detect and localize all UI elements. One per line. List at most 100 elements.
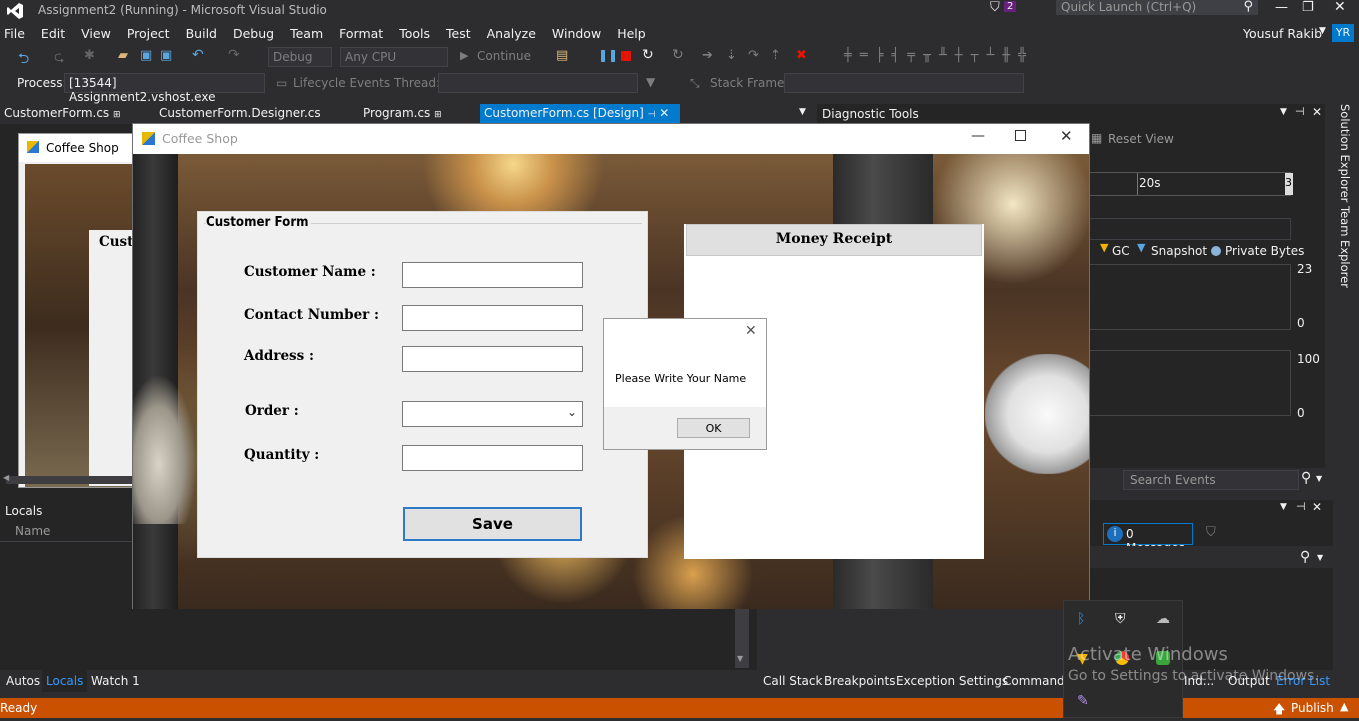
notification-badge[interactable]: 2	[1004, 1, 1017, 12]
publish-options-icon[interactable]: ▲	[1340, 700, 1348, 713]
quick-launch-input[interactable]: Quick Launch (Ctrl+Q) ⚲	[1056, 0, 1258, 15]
cpu-graph[interactable]	[1089, 350, 1291, 416]
menu-edit[interactable]: Edit	[41, 26, 65, 41]
team-explorer-tab[interactable]: Team Explorer	[1338, 206, 1352, 288]
messages-filter-button[interactable]: i 0 Messages	[1103, 523, 1193, 555]
thread-select[interactable]	[438, 73, 638, 93]
menu-file[interactable]: File	[4, 26, 25, 41]
process-select[interactable]: [13544] Assignment2.vshost.exe	[64, 73, 265, 104]
menu-build[interactable]: Build	[186, 26, 217, 41]
continue-button[interactable]: Continue	[477, 49, 531, 63]
undo-icon[interactable]: ↶	[192, 47, 204, 63]
stack-frame-select[interactable]	[784, 73, 1024, 93]
pin-icon[interactable]: ⊣	[1296, 500, 1306, 513]
timeline-ruler[interactable]: 20s 3	[1089, 172, 1293, 196]
timeline-end-marker[interactable]: 3	[1285, 173, 1293, 195]
panel-menu-icon[interactable]: ▼	[1280, 107, 1287, 117]
menu-window[interactable]: Window	[552, 26, 601, 41]
funnel-icon[interactable]: ▼	[646, 75, 655, 89]
designer-form-preview[interactable]: Coffee Shop Custo	[18, 133, 149, 488]
menu-analyze[interactable]: Analyze	[487, 26, 536, 41]
search-options-icon[interactable]: ▼	[1317, 553, 1323, 562]
play-icon[interactable]: ▶	[460, 49, 468, 62]
menu-project[interactable]: Project	[127, 26, 170, 41]
maximize-icon[interactable]	[1015, 130, 1026, 141]
pin-icon[interactable]: ⊣	[648, 110, 656, 120]
close-icon[interactable]: ✕	[1060, 127, 1073, 145]
step-out-icon[interactable]: ⇡	[770, 48, 781, 63]
open-file-icon[interactable]: ▰	[118, 48, 128, 63]
quantity-input[interactable]	[402, 445, 583, 471]
horizontal-scrollbar[interactable]: ◀	[3, 473, 132, 484]
user-name[interactable]: Yousuf Rakib	[1243, 26, 1322, 41]
platform-select[interactable]: Any CPU	[340, 47, 448, 67]
close-icon[interactable]: ✕	[745, 323, 757, 339]
tab-customerform-design[interactable]: CustomerForm.cs [Design] ⊣ ✕	[480, 104, 680, 124]
stop-icon[interactable]	[621, 51, 631, 61]
search-options-icon[interactable]: ▼	[1316, 474, 1322, 483]
tab-autos[interactable]: Autos	[6, 674, 40, 688]
reset-view-button[interactable]: Reset View	[1108, 132, 1174, 146]
lifecycle-events-button[interactable]: Lifecycle Events	[293, 76, 390, 90]
chevron-down-icon[interactable]: ▼	[1319, 26, 1326, 36]
tab-breakpoints[interactable]: Breakpoints	[824, 674, 895, 688]
feather-icon[interactable]: ✎	[1077, 693, 1089, 709]
close-icon[interactable]: ✕	[1334, 0, 1346, 15]
tab-customerform-designer[interactable]: CustomerForm.Designer.cs ⊞	[155, 104, 330, 134]
vertical-scrollbar[interactable]: ▼	[735, 608, 749, 668]
tab-command[interactable]: Command	[1003, 674, 1065, 688]
breakpoint-toggle-icon[interactable]: ✖	[796, 48, 807, 63]
tab-customerform-cs[interactable]: CustomerForm.cs ⊞	[0, 104, 140, 124]
publish-button[interactable]: Publish	[1291, 701, 1334, 715]
restore-icon[interactable]: ❐	[1302, 0, 1314, 15]
save-all-icon[interactable]: ▣	[160, 48, 172, 63]
save-icon[interactable]: ▣	[140, 48, 152, 63]
scroll-down-icon[interactable]: ▼	[737, 654, 743, 663]
memory-graph[interactable]	[1089, 264, 1291, 330]
minimize-icon[interactable]: —	[971, 128, 985, 144]
build-filter-icon[interactable]: ⛉	[1206, 525, 1216, 540]
step-into-icon[interactable]: ⇣	[726, 48, 737, 63]
tab-exception-settings[interactable]: Exception Settings	[896, 674, 1008, 688]
avatar[interactable]: YR	[1332, 24, 1354, 42]
coffee-shop-titlebar[interactable]: Coffee Shop — ✕	[133, 124, 1089, 154]
security-shield-icon[interactable]: ⛨	[1115, 611, 1126, 627]
tab-overflow-icon[interactable]: ▼	[799, 107, 806, 117]
customer-name-input[interactable]	[402, 262, 583, 288]
menu-tools[interactable]: Tools	[399, 26, 430, 41]
close-tab-icon[interactable]: ✕	[659, 106, 669, 120]
solution-explorer-tab[interactable]: Solution Explorer	[1338, 104, 1352, 202]
show-next-statement-icon[interactable]: ➔	[702, 48, 713, 63]
step-over-icon[interactable]: ↷	[748, 48, 759, 63]
menu-debug[interactable]: Debug	[233, 26, 274, 41]
hot-reload-icon[interactable]: ↻	[672, 47, 684, 63]
filter-icon[interactable]: ⛉	[990, 0, 1000, 15]
save-button[interactable]: Save	[403, 507, 582, 541]
search-icon[interactable]: ⚲	[1300, 549, 1310, 565]
reset-view-icon[interactable]: ▦	[1091, 131, 1102, 145]
tab-call-stack[interactable]: Call Stack	[763, 674, 822, 688]
pin-icon[interactable]: ⊞	[113, 110, 121, 120]
menu-test[interactable]: Test	[446, 26, 471, 41]
scroll-left-icon[interactable]: ◀	[3, 473, 9, 482]
tab-program-cs[interactable]: Program.cs ⊞	[359, 104, 449, 124]
back-icon[interactable]: ⮌	[18, 48, 29, 72]
tab-watch1[interactable]: Watch 1	[91, 674, 140, 688]
tab-locals[interactable]: Locals	[42, 670, 88, 692]
locals-col-name[interactable]: Name	[15, 524, 50, 538]
new-project-icon[interactable]: ✱	[84, 48, 95, 63]
search-events-input[interactable]: Search Events	[1123, 470, 1299, 490]
cloud-icon[interactable]: ☁	[1156, 611, 1170, 627]
search-icon[interactable]: ⚲	[1301, 470, 1311, 486]
redo-icon[interactable]: ↷	[228, 47, 240, 63]
attach-icon[interactable]: ▤	[556, 48, 568, 63]
menu-help[interactable]: Help	[617, 26, 646, 41]
config-select[interactable]: Debug	[268, 47, 332, 67]
menu-format[interactable]: Format	[339, 26, 383, 41]
close-panel-icon[interactable]: ✕	[1312, 500, 1322, 514]
menu-team[interactable]: Team	[290, 26, 323, 41]
address-input[interactable]	[402, 346, 583, 372]
close-panel-icon[interactable]: ✕	[1312, 105, 1322, 119]
layout-align-icons[interactable]: ╪═╞╡╤╥╨┼┬┴╫╬	[844, 48, 1034, 63]
panel-menu-icon[interactable]: ▼	[1280, 502, 1287, 512]
